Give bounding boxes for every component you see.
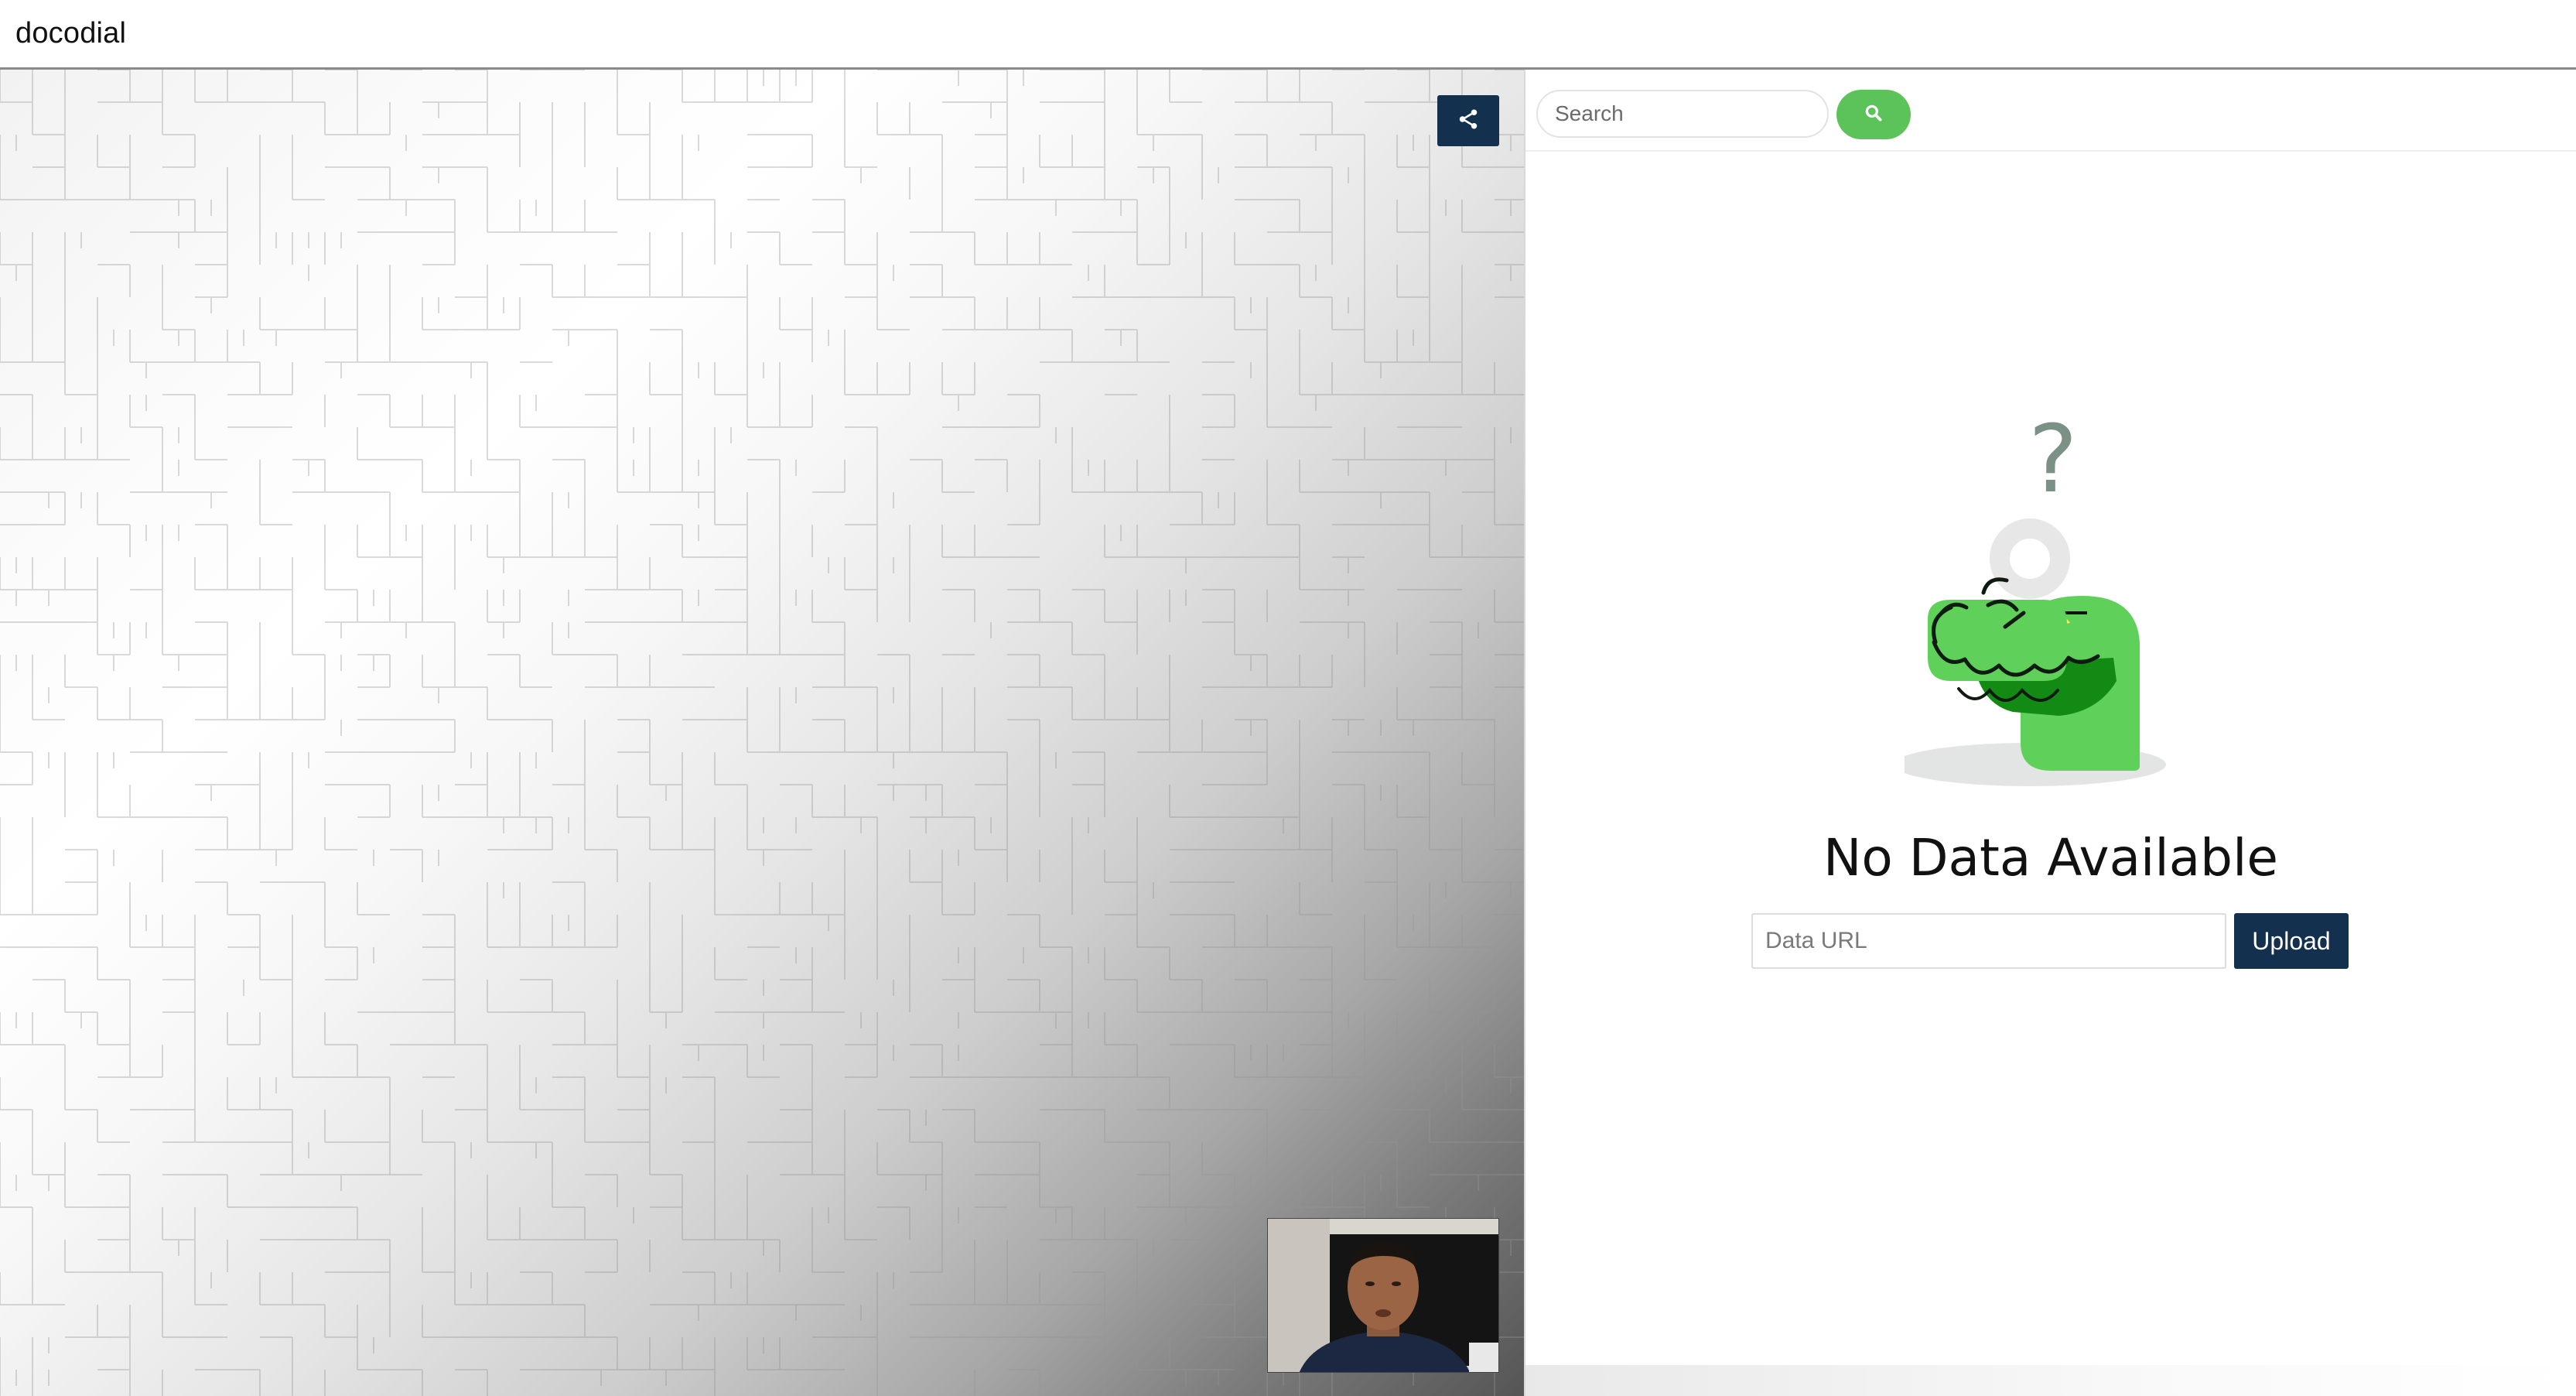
participant-video[interactable] xyxy=(1267,1218,1499,1373)
app-title: docodial xyxy=(15,17,127,50)
empty-state-title: No Data Available xyxy=(1823,828,2279,888)
share-button[interactable] xyxy=(1437,95,1499,146)
search-icon xyxy=(1864,103,1884,127)
data-url-input[interactable] xyxy=(1751,913,2226,969)
maze-lines xyxy=(0,70,1524,1396)
maze-pattern xyxy=(0,70,1524,1396)
bottom-shadow xyxy=(1525,1365,2576,1396)
upload-button[interactable]: Upload xyxy=(2234,913,2349,969)
app-root: docodial Search ? No Data Available Data… xyxy=(0,0,2576,1396)
search-input[interactable] xyxy=(1536,90,1829,138)
maze-canvas[interactable] xyxy=(0,70,1525,1396)
share-icon xyxy=(1457,108,1480,135)
data-panel: ? xyxy=(1525,70,2576,1396)
search-bar xyxy=(1525,70,2576,152)
empty-state-illustration: ? xyxy=(1894,406,2198,797)
question-mark-icon: ? xyxy=(2028,410,2078,514)
search-button[interactable] xyxy=(1836,90,1911,139)
participant-video-frame xyxy=(1268,1219,1498,1372)
top-bar: docodial xyxy=(0,0,2576,70)
